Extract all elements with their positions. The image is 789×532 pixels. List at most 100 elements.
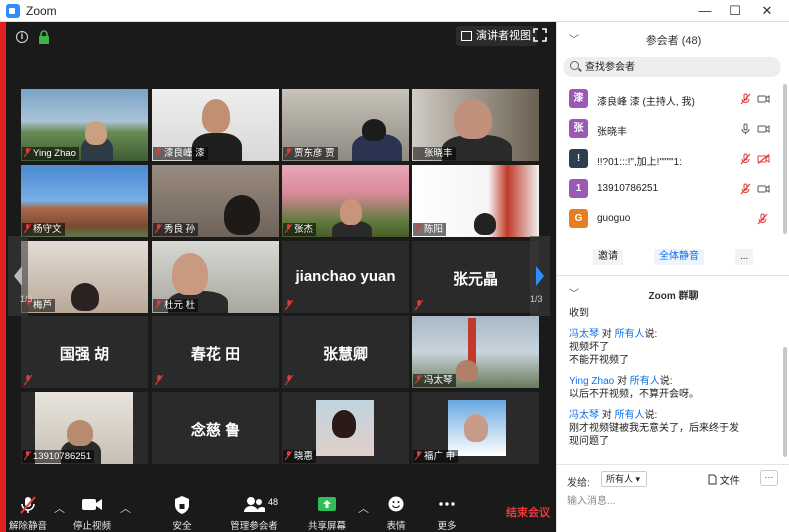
avatar: 1 <box>569 179 588 198</box>
chevron-right-icon <box>536 266 544 286</box>
video-tile[interactable]: 冯太琴 <box>412 316 539 388</box>
participant-more-button[interactable]: ... <box>735 249 754 265</box>
fullscreen-icon[interactable] <box>533 28 547 42</box>
video-off-icon[interactable] <box>757 154 770 164</box>
chat-send-row: 发给: 所有人 ▾ 文件 ··· <box>557 468 789 490</box>
unmute-label: 解除静音 <box>8 521 47 532</box>
chat-message-partial: 收到 <box>569 308 589 319</box>
participant-name-tag: 13910786251 <box>22 450 95 463</box>
participant-row[interactable]: 漆 漆良峰 漆 (主持人, 我) <box>557 84 782 114</box>
speaker-view-button[interactable]: 演讲者视图 <box>456 26 537 46</box>
video-tile[interactable]: 漆良峰 漆 <box>152 89 279 161</box>
chat-message: 冯太琴 对 所有人说: 视频坏了 不能开视频了 <box>569 329 658 366</box>
video-tile[interactable]: 梅芦 <box>21 241 148 313</box>
page-indicator: 1/3 <box>20 294 33 304</box>
participants-icon <box>244 497 265 512</box>
info-icon[interactable]: i <box>16 31 28 43</box>
file-button[interactable]: 文件 <box>708 472 740 487</box>
video-tile[interactable]: 张杰 <box>282 165 409 237</box>
unmute-button[interactable]: 解除静音 <box>6 492 50 532</box>
invite-button[interactable]: 邀请 <box>593 249 623 265</box>
mic-muted-icon[interactable] <box>740 93 751 105</box>
participant-display-name: 念慈 鲁 <box>190 422 241 439</box>
video-tile[interactable]: 晓惠 <box>282 392 409 464</box>
zoom-app-icon <box>6 4 20 18</box>
video-tile-no-video[interactable]: 国强 胡 <box>21 316 148 388</box>
file-icon <box>708 474 717 485</box>
video-camera-icon[interactable] <box>757 124 770 134</box>
audio-options-caret[interactable]: ︿ <box>54 500 65 516</box>
participant-name: 漆良峰 漆 (主持人, 我) <box>597 97 695 108</box>
maximize-button[interactable]: ☐ <box>720 2 750 20</box>
participant-name: 张晓丰 <box>597 127 627 138</box>
video-tile-no-video[interactable]: 张慧卿 <box>282 316 409 388</box>
participant-name-tag: 杜元 杜 <box>153 299 199 312</box>
participant-row[interactable]: 1 13910786251 <box>557 174 782 204</box>
participant-name-tag: 杨守文 <box>22 223 65 236</box>
participant-row[interactable]: G guoguo <box>557 204 782 234</box>
video-tile-active-speaker[interactable]: 张晓丰 <box>412 89 539 161</box>
search-input[interactable] <box>585 60 775 74</box>
previous-page-button[interactable] <box>8 236 28 316</box>
video-tile[interactable]: 杜元 杜 <box>152 241 279 313</box>
security-button[interactable]: 安全 <box>162 492 202 532</box>
zoom-window: Zoom — ☐ ✕ i 演讲者视图 Ying Zhao 漆良峰 漆 贾东彦 贾… <box>0 0 789 532</box>
video-tile-no-video[interactable]: 张元晶 <box>412 241 539 313</box>
chat-message-input[interactable] <box>567 492 777 510</box>
avatar: 张 <box>569 119 588 138</box>
participants-count: 48 <box>268 497 279 507</box>
video-tile-no-video[interactable]: 念慈 鲁 <box>152 392 279 464</box>
end-meeting-button[interactable]: 结束会议 <box>506 504 550 520</box>
mic-muted-icon[interactable] <box>757 213 768 225</box>
participant-display-name: 张慧卿 <box>322 346 368 363</box>
more-button[interactable]: 更多 <box>432 492 462 532</box>
chat-more-button[interactable]: ··· <box>760 470 778 486</box>
minimize-button[interactable]: — <box>690 2 720 20</box>
participant-name-tag: 福广 申 <box>413 450 459 463</box>
participants-header: ﹀ 参会者 (48) <box>557 22 789 54</box>
speaker-view-label: 演讲者视图 <box>476 30 531 42</box>
mute-all-button[interactable]: 全体静音 <box>654 249 704 265</box>
participant-list: 漆 漆良峰 漆 (主持人, 我) 张 张晓丰 ! !!?01:::!",加上!"… <box>557 84 782 234</box>
smile-icon <box>388 496 404 512</box>
close-button[interactable]: ✕ <box>752 2 782 20</box>
mic-muted-icon[interactable] <box>740 183 751 195</box>
avatar: G <box>569 209 588 228</box>
video-tile[interactable]: 陈阳 <box>412 165 539 237</box>
chevron-left-icon <box>14 266 22 286</box>
mic-icon[interactable] <box>740 123 751 135</box>
next-page-button[interactable] <box>530 236 550 316</box>
share-options-caret[interactable]: ︿ <box>358 500 369 516</box>
video-tile[interactable]: 福广 申 <box>412 392 539 464</box>
video-tile-no-video[interactable]: 春花 田 <box>152 316 279 388</box>
video-tile[interactable]: 秀良 孙 <box>152 165 279 237</box>
mic-muted-icon <box>415 300 423 310</box>
participant-row[interactable]: ! !!?01:::!",加上!""""1: <box>557 144 782 174</box>
participant-row[interactable]: 张 张晓丰 <box>557 114 782 144</box>
chat-header: ﹀ Zoom 群聊 <box>557 280 789 306</box>
mic-muted-icon[interactable] <box>740 153 751 165</box>
video-options-caret[interactable]: ︿ <box>120 500 131 516</box>
participant-search[interactable] <box>563 57 781 77</box>
stop-video-button[interactable]: 停止视频 <box>72 492 112 532</box>
video-tile[interactable]: 贾东彦 贾 <box>282 89 409 161</box>
video-tile[interactable]: 杨守文 <box>21 165 148 237</box>
participant-name-tag: 张杰 <box>283 223 317 236</box>
share-screen-button[interactable]: 共享屏幕 <box>306 492 348 532</box>
video-camera-icon[interactable] <box>757 184 770 194</box>
participant-name-tag: 贾东彦 贾 <box>283 147 338 160</box>
participant-name: !!?01:::!",加上!""""1: <box>597 157 682 168</box>
video-tile-no-video[interactable]: jianchao yuan <box>282 241 409 313</box>
video-tile[interactable]: 13910786251 <box>21 392 148 464</box>
participant-scrollbar[interactable] <box>783 84 787 234</box>
video-gallery: i 演讲者视图 Ying Zhao 漆良峰 漆 贾东彦 贾 张晓丰 杨守文 秀良… <box>6 22 556 492</box>
chat-title: Zoom 群聊 <box>648 291 699 302</box>
chat-message: Ying Zhao 对 所有人说: 以后不开视频，不算开会呀。 <box>569 376 699 400</box>
video-camera-icon[interactable] <box>757 94 770 104</box>
lock-icon[interactable] <box>38 30 50 44</box>
recipient-select[interactable]: 所有人 ▾ <box>601 471 647 487</box>
manage-participants-button[interactable]: 48 管理参会者 <box>226 492 282 532</box>
video-tile[interactable]: Ying Zhao <box>21 89 148 161</box>
reactions-button[interactable]: 表情 <box>380 492 412 532</box>
chat-scrollbar[interactable] <box>783 347 787 457</box>
